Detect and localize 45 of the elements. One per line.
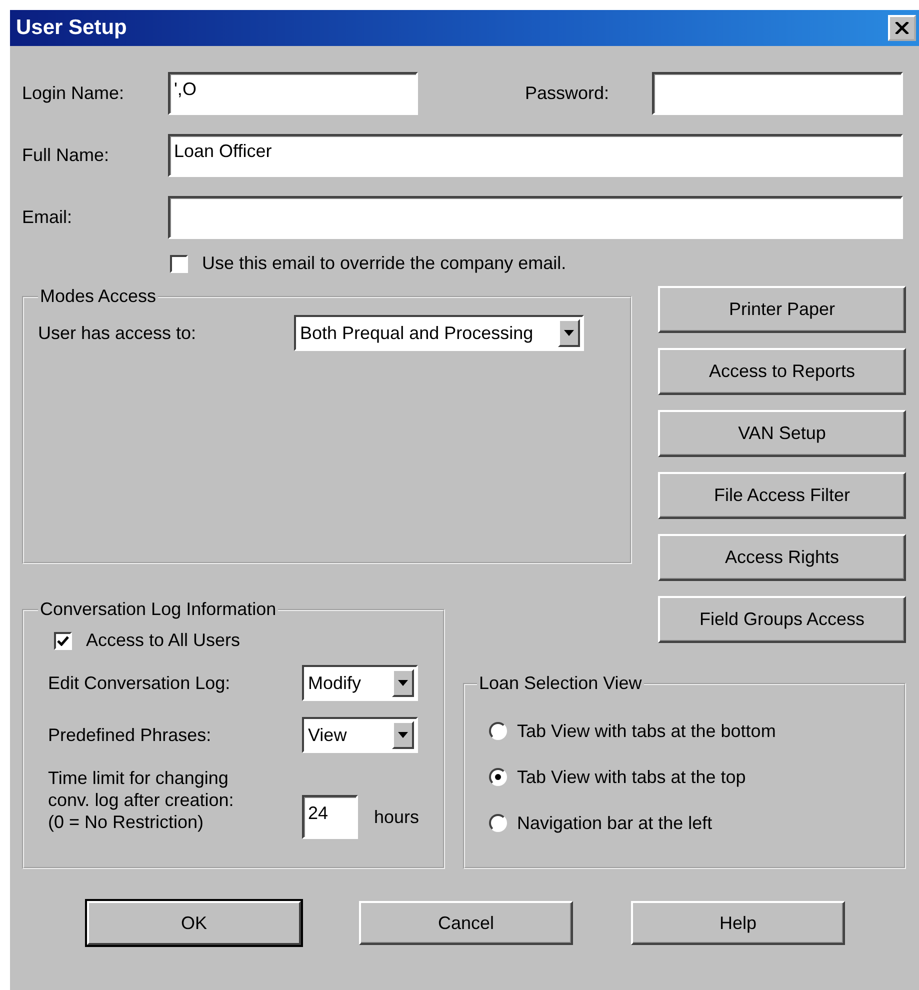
- caret-icon: [398, 680, 408, 686]
- email-field[interactable]: [168, 196, 903, 239]
- option-dropdown[interactable]: View: [302, 717, 418, 753]
- caret-icon: [398, 732, 408, 738]
- checkbox-label: Use this email to override the company email.: [202, 253, 566, 274]
- hours-field[interactable]: 24: [302, 795, 358, 839]
- dialog-button[interactable]: OK: [87, 901, 301, 945]
- radio-label: Tab View with tabs at the bottom: [517, 720, 776, 742]
- side-button[interactable]: Access to Reports: [658, 348, 906, 395]
- field-label: Full Name:: [22, 145, 110, 166]
- checkbox-label: Access to All Users: [86, 630, 240, 651]
- group-title: Conversation Log Information: [39, 599, 278, 620]
- side-button[interactable]: Access Rights: [658, 534, 906, 581]
- group-title: Modes Access: [39, 286, 158, 307]
- field-label: Edit Conversation Log:: [48, 672, 232, 694]
- radio-label: Navigation bar at the left: [517, 812, 712, 834]
- dialog-button[interactable]: Help: [631, 901, 845, 945]
- radio-button[interactable]: [489, 768, 507, 786]
- field-label: Predefined Phrases:: [48, 724, 212, 746]
- field-label: User has access to:: [38, 322, 198, 344]
- option-dropdown[interactable]: Modify: [302, 665, 418, 701]
- checkbox[interactable]: [170, 254, 188, 272]
- side-button[interactable]: Printer Paper: [658, 286, 906, 333]
- access-dropdown[interactable]: Both Prequal and Processing: [294, 315, 584, 351]
- radio-button[interactable]: [489, 722, 507, 740]
- login-name-field[interactable]: ',O: [168, 72, 418, 115]
- close-icon: [895, 22, 909, 34]
- side-button[interactable]: Field Groups Access: [658, 596, 906, 643]
- side-button[interactable]: File Access Filter: [658, 472, 906, 519]
- caret-icon: [564, 330, 574, 336]
- window-title: User Setup: [16, 16, 127, 40]
- unit-label: hours: [374, 807, 420, 828]
- radio-button[interactable]: [489, 814, 507, 832]
- field-label: Login Name:: [22, 83, 126, 104]
- password-field[interactable]: [652, 72, 903, 115]
- time-limit-text: Time limit for changing conv. log after creation: (0 = No Restriction): [48, 767, 235, 833]
- field-label: Email:: [22, 207, 74, 228]
- group-title: Loan Selection View: [478, 673, 643, 694]
- close-button[interactable]: [888, 15, 916, 41]
- checkbox[interactable]: [54, 632, 72, 650]
- field-label: Password:: [525, 83, 610, 104]
- radio-label: Tab View with tabs at the top: [517, 766, 746, 788]
- dialog-button[interactable]: Cancel: [359, 901, 573, 945]
- full-name-field[interactable]: Loan Officer: [168, 134, 903, 177]
- side-button[interactable]: VAN Setup: [658, 410, 906, 457]
